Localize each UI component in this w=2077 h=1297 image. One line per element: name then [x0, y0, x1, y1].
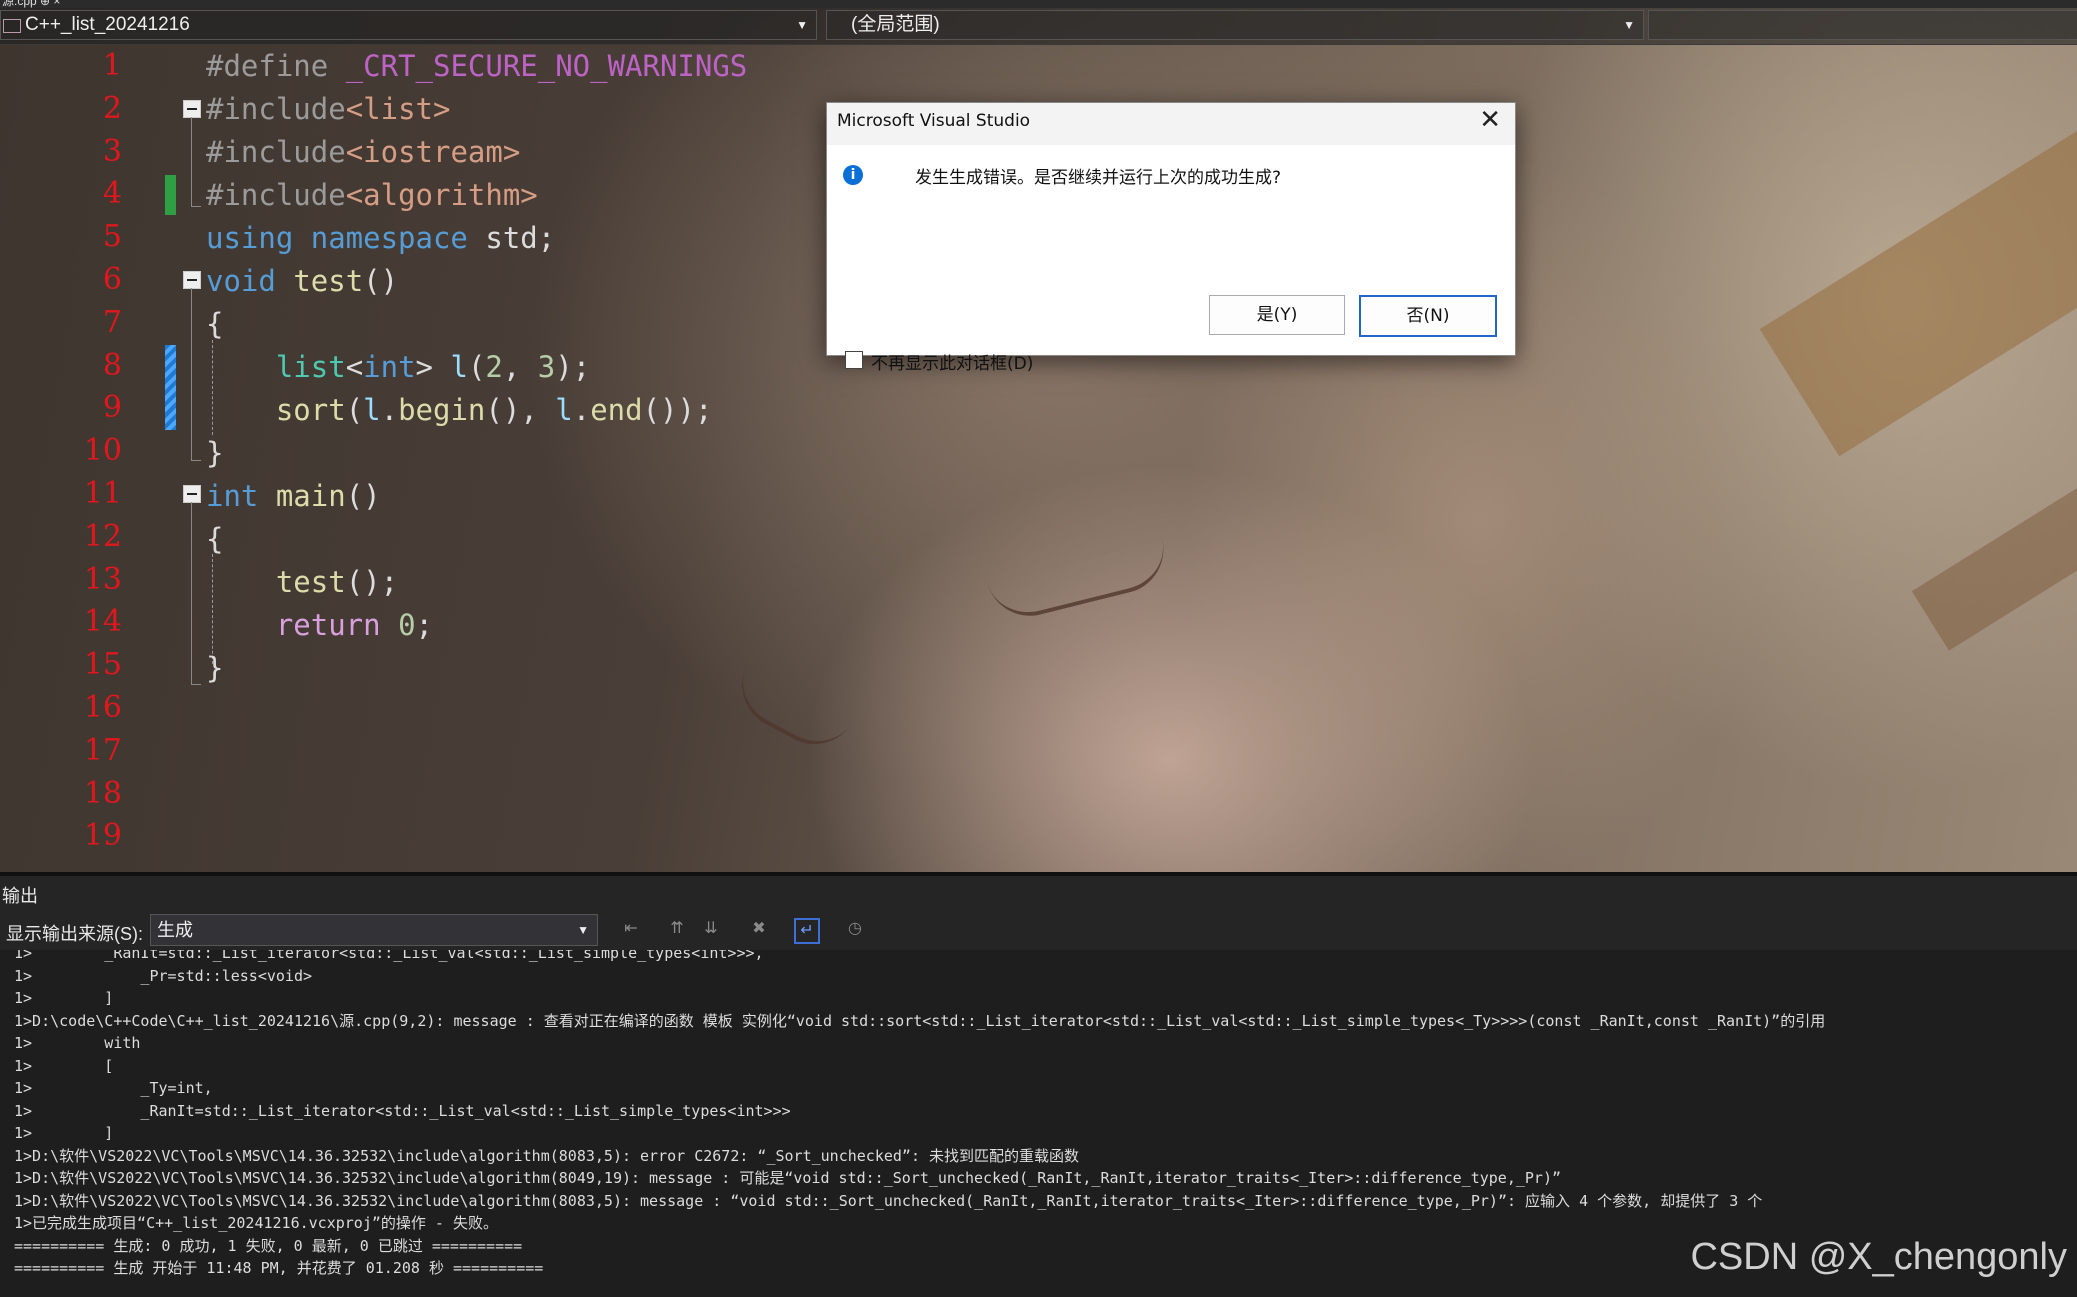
saved-change-marker: [165, 175, 176, 215]
dialog-title: Microsoft Visual Studio: [837, 111, 1031, 131]
dialog-body: i 发生生成错误。是否继续并运行上次的成功生成? 是(Y) 否(N) 不再显示此…: [827, 145, 1515, 374]
no-button[interactable]: 否(N): [1359, 295, 1497, 337]
line-number: 11: [83, 476, 122, 511]
code-line-14[interactable]: return 0;: [206, 604, 433, 646]
member-dropdown[interactable]: [1648, 10, 2077, 40]
code-line-13[interactable]: test();: [206, 561, 398, 603]
output-source-dropdown[interactable]: 生成 ▼: [150, 914, 598, 946]
line-number: 15: [83, 647, 122, 683]
code-line-8[interactable]: list<int> l(2, 3);: [206, 346, 590, 388]
line-number: 9: [102, 390, 122, 426]
code-line-9[interactable]: sort(l.begin(), l.end());: [206, 389, 713, 431]
dont-show-checkbox-label[interactable]: 不再显示此对话框(D): [871, 349, 1033, 374]
close-icon[interactable]: ✕: [1479, 105, 1501, 135]
output-line: 1>D:\软件\VS2022\VC\Tools\MSVC\14.36.32532…: [14, 1146, 1080, 1165]
line-number: 6: [102, 262, 122, 297]
output-source-value: 生成: [157, 920, 193, 940]
line-number: 7: [102, 304, 122, 340]
line-number: 12: [83, 518, 122, 554]
line-number: 4: [102, 176, 122, 212]
output-panel-header: 输出: [0, 876, 2077, 910]
line-number: 3: [102, 133, 122, 169]
collapse-icon[interactable]: [183, 485, 201, 503]
previous-message-icon[interactable]: ⇈: [666, 918, 688, 940]
output-line: 1> _RanIt=std::_List_iterator<std::_List…: [14, 950, 764, 962]
collapse-icon[interactable]: [183, 271, 201, 289]
code-line-6[interactable]: void test(): [206, 260, 398, 302]
project-icon: [3, 19, 21, 33]
scope-name: (全局范围): [851, 14, 940, 35]
line-number: 10: [83, 433, 122, 469]
output-panel-title: 输出: [2, 886, 38, 906]
chevron-down-icon: ▼: [796, 18, 808, 32]
output-line: 1>D:\软件\VS2022\VC\Tools\MSVC\14.36.32532…: [14, 1191, 1763, 1210]
code-line-15[interactable]: }: [206, 647, 223, 689]
line-number: 16: [83, 690, 122, 725]
background-art: [987, 538, 1173, 626]
timestamp-icon[interactable]: ◷: [844, 918, 866, 940]
line-number: 19: [83, 818, 122, 854]
outline-guide: [191, 117, 192, 207]
background-art: [1911, 379, 2077, 651]
output-line: 1> with: [14, 1034, 141, 1052]
output-line: 1> _RanIt=std::_List_iterator<std::_List…: [14, 1101, 791, 1120]
output-line: ========== 生成 开始于 11:48 PM, 并花费了 01.208 …: [14, 1259, 544, 1277]
code-line-10[interactable]: }: [206, 432, 223, 474]
line-number: 14: [83, 604, 122, 640]
next-message-icon[interactable]: ⇊: [700, 918, 722, 940]
code-line-11[interactable]: int main(): [206, 475, 381, 517]
code-line-1[interactable]: #define _CRT_SECURE_NO_WARNINGS: [206, 45, 747, 87]
unsaved-change-marker: [165, 345, 176, 430]
outline-guide: [191, 502, 192, 684]
output-line: 1> ]: [14, 989, 114, 1007]
project-dropdown[interactable]: C++_list_20241216 ▼: [0, 10, 817, 40]
scope-dropdown[interactable]: (全局范围) ▼: [826, 10, 1644, 40]
output-source-label: 显示输出来源(S):: [6, 924, 143, 944]
line-number: 13: [83, 561, 122, 597]
message-dialog: Microsoft Visual Studio ✕ i 发生生成错误。是否继续并…: [826, 102, 1516, 374]
outline-guide: [191, 288, 192, 460]
code-line-5[interactable]: using namespace std;: [206, 217, 555, 259]
code-line-2[interactable]: #include<list>: [206, 88, 450, 130]
info-icon: i: [843, 165, 863, 185]
code-line-4[interactable]: #include<algorithm>: [206, 174, 538, 216]
dialog-message: 发生生成错误。是否继续并运行上次的成功生成?: [915, 168, 1282, 188]
watermark: CSDN @X_chengonly: [1690, 1236, 2067, 1278]
background-art: [1759, 53, 2077, 457]
line-number: 18: [83, 775, 122, 811]
chevron-down-icon: ▼: [1623, 18, 1635, 32]
output-line: 1>D:\code\C++Code\C++_list_20241216\源.cp…: [14, 1011, 1826, 1030]
line-number: 17: [83, 732, 122, 768]
outline-guide: [191, 684, 201, 685]
line-number: 1: [102, 48, 122, 83]
output-toolbar: 显示输出来源(S): 生成 ▼ ⇤ ⇈ ⇊ ✖ ↵ ◷: [0, 910, 2077, 950]
line-number: 8: [102, 347, 122, 383]
code-line-3[interactable]: #include<iostream>: [206, 131, 520, 173]
code-line-7[interactable]: {: [206, 303, 223, 345]
outline-guide: [191, 206, 201, 207]
output-line: ========== 生成: 0 成功, 1 失败, 0 最新, 0 已跳过 =…: [14, 1236, 523, 1255]
output-line: 1> ]: [14, 1124, 114, 1142]
clear-all-icon[interactable]: ✖: [748, 918, 770, 940]
outline-guide: [191, 460, 201, 461]
output-line: 1>D:\软件\VS2022\VC\Tools\MSVC\14.36.32532…: [14, 1169, 1562, 1187]
project-name: C++_list_20241216: [25, 14, 190, 35]
navigation-bar: C++_list_20241216 ▼ (全局范围) ▼: [0, 8, 2077, 45]
yes-button[interactable]: 是(Y): [1209, 295, 1345, 335]
dont-show-checkbox[interactable]: [845, 351, 863, 369]
output-line: 1> _Pr=std::less<void>: [14, 966, 313, 985]
go-to-line-icon[interactable]: ⇤: [620, 918, 642, 940]
document-tab-strip: 源.cpp ⊕ ×: [0, 0, 2077, 8]
line-number: 5: [102, 219, 122, 255]
chevron-down-icon: ▼: [577, 923, 589, 937]
background-art: [726, 664, 854, 760]
collapse-icon[interactable]: [183, 100, 201, 118]
code-line-12[interactable]: {: [206, 518, 223, 560]
word-wrap-icon[interactable]: ↵: [794, 918, 820, 944]
output-line: 1>已完成生成项目“C++_list_20241216.vcxproj”的操作 …: [14, 1214, 498, 1232]
line-number: 2: [102, 90, 122, 126]
output-line: 1> [: [14, 1056, 114, 1075]
output-line: 1> _Ty=int,: [14, 1079, 213, 1097]
